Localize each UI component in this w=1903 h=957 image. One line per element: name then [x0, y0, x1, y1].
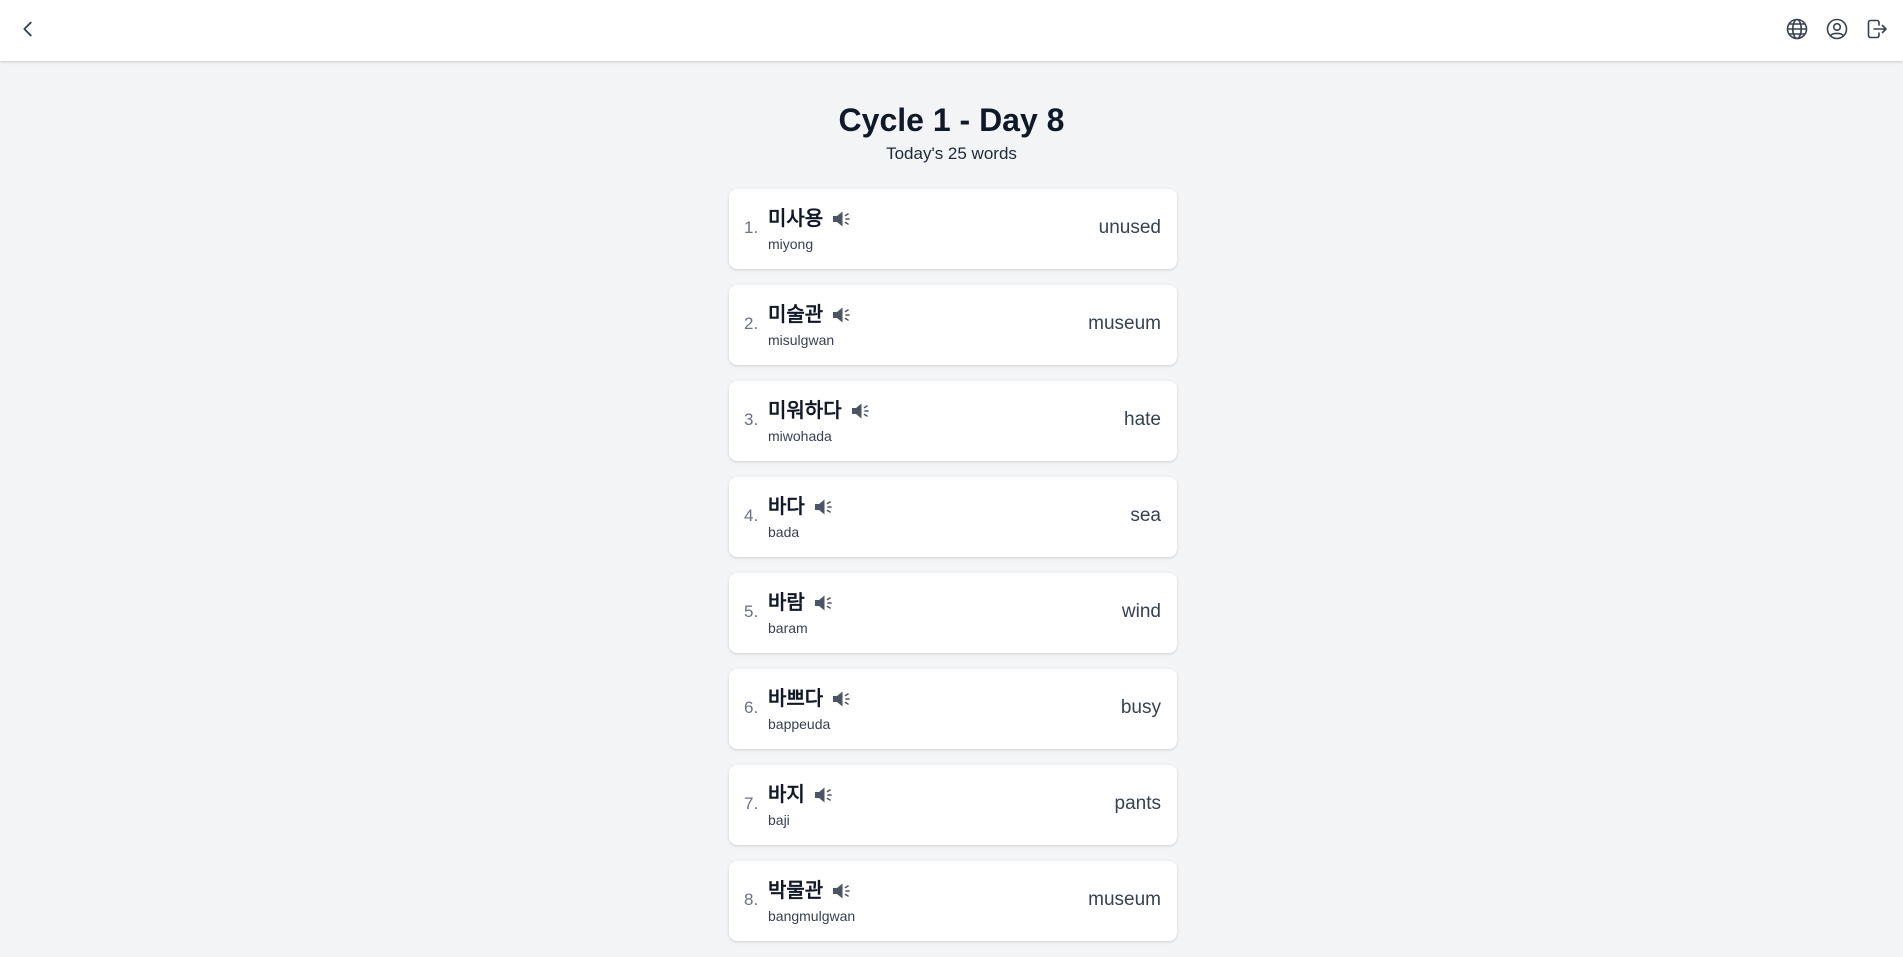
word-main: 바람 baram [768, 589, 835, 637]
play-audio-button[interactable] [831, 304, 853, 326]
romanization: bangmulgwan [768, 908, 856, 924]
korean-word: 미술관 [768, 304, 824, 326]
play-audio-button[interactable] [850, 400, 872, 422]
word-card-1: 1. 미사용 miyong unused [729, 189, 1177, 269]
word-list: 1. 미사용 miyong unused 2. 미술관 misulgwan mu… [729, 189, 1177, 957]
korean-word: 박물관 [768, 880, 824, 902]
word-card-3: 3. 미워하다 miwohada hate [729, 381, 1177, 461]
english-meaning: sea [1130, 505, 1161, 526]
chevron-left-icon [23, 21, 32, 37]
top-navigation-bar [0, 0, 1903, 61]
page-title: Cycle 1 - Day 8 [838, 102, 1065, 138]
play-audio-button[interactable] [813, 592, 835, 614]
speaker-icon [833, 307, 851, 323]
korean-word: 바쁘다 [768, 688, 824, 710]
english-meaning: busy [1120, 697, 1161, 718]
word-main: 미술관 misulgwan [768, 301, 853, 349]
word-main: 바지 baji [768, 781, 835, 829]
play-audio-button[interactable] [813, 496, 835, 518]
romanization: miwohada [768, 428, 832, 444]
word-number: 4. [744, 506, 759, 525]
korean-word: 미사용 [768, 208, 824, 230]
speaker-icon [814, 499, 832, 515]
play-audio-button[interactable] [831, 688, 853, 710]
word-main: 바쁘다 bappeuda [768, 685, 853, 733]
english-meaning: museum [1088, 889, 1161, 910]
speaker-icon [851, 403, 869, 419]
word-card-8: 8. 박물관 bangmulgwan museum [729, 861, 1177, 941]
romanization: bada [768, 524, 800, 540]
korean-word: 바다 [768, 496, 805, 518]
word-main: 바다 bada [768, 493, 835, 541]
word-number: 3. [744, 410, 759, 429]
romanization: baram [768, 620, 808, 636]
word-number: 2. [744, 314, 759, 333]
word-card-2: 2. 미술관 misulgwan museum [729, 285, 1177, 365]
page-subtitle: Today's 25 words [886, 144, 1017, 163]
profile-button[interactable] [1822, 14, 1852, 44]
english-meaning: wind [1121, 601, 1161, 622]
word-number: 7. [744, 794, 759, 813]
word-card-5: 5. 바람 baram wind [729, 573, 1177, 653]
korean-word: 미워하다 [768, 400, 842, 422]
play-audio-button[interactable] [831, 880, 853, 902]
speaker-icon [833, 211, 851, 227]
play-audio-button[interactable] [831, 208, 853, 230]
logout-icon [1867, 19, 1887, 39]
korean-word: 바지 [768, 784, 805, 806]
word-card-6: 6. 바쁘다 bappeuda busy [729, 669, 1177, 749]
english-meaning: museum [1088, 313, 1161, 334]
word-card-4: 4. 바다 bada sea [729, 477, 1177, 557]
word-main: 미워하다 miwohada [768, 397, 872, 445]
speaker-icon [814, 787, 832, 803]
language-button[interactable] [1782, 14, 1812, 44]
speaker-icon [833, 883, 851, 899]
word-number: 1. [744, 218, 759, 237]
romanization: bappeuda [768, 716, 831, 732]
user-circle-icon [1826, 18, 1848, 40]
word-card-7: 7. 바지 baji pants [729, 765, 1177, 845]
english-meaning: pants [1114, 793, 1161, 814]
english-meaning: hate [1124, 409, 1161, 430]
speaker-icon [833, 691, 851, 707]
word-main: 미사용 miyong [768, 205, 853, 253]
play-audio-button[interactable] [813, 784, 835, 806]
word-main: 박물관 bangmulgwan [768, 877, 855, 925]
logout-button[interactable] [1862, 14, 1892, 44]
romanization: baji [768, 812, 790, 828]
speaker-icon [814, 595, 832, 611]
english-meaning: unused [1098, 217, 1161, 238]
word-number: 8. [744, 890, 759, 909]
globe-icon [1786, 18, 1808, 40]
word-number: 6. [744, 698, 759, 717]
back-button[interactable] [13, 14, 43, 44]
word-number: 5. [744, 602, 759, 621]
korean-word: 바람 [768, 592, 805, 614]
romanization: miyong [768, 236, 814, 252]
romanization: misulgwan [768, 332, 835, 348]
